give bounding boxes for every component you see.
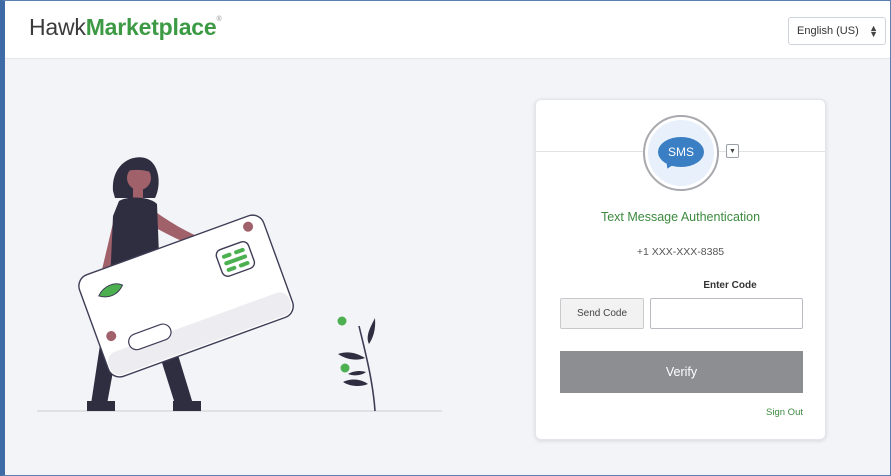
factor-dropdown-button[interactable]: ▼ <box>726 144 739 158</box>
language-select[interactable]: English (US) ▲ ▼ <box>788 17 886 45</box>
code-label: Enter Code <box>703 280 757 291</box>
language-select-value: English (US) <box>797 25 859 37</box>
plant-graphic <box>337 316 376 412</box>
auth-card: SMS ▼ Text Message Authentication +1 XXX… <box>535 99 826 440</box>
phone-number: +1 XXX-XXX-8385 <box>636 246 725 258</box>
sms-icon: SMS <box>658 137 704 167</box>
logo: HawkMarketplace® <box>29 14 222 41</box>
sms-icon-label: SMS <box>667 145 694 159</box>
logo-text-marketplace: Marketplace <box>85 14 217 40</box>
updown-caret-icon: ▲ ▼ <box>869 23 878 39</box>
factor-avatar-inner: SMS <box>648 120 714 186</box>
app-frame: HawkMarketplace® English (US) ▲ ▼ SMS ▼ … <box>0 0 891 476</box>
auth-title: Text Message Authentication <box>600 210 761 224</box>
logo-text-hawk: Hawk <box>29 14 86 40</box>
sign-out-link[interactable]: Sign Out <box>766 407 803 418</box>
logo-trademark: ® <box>216 16 222 23</box>
chevron-down-icon: ▼ <box>729 147 736 155</box>
credit-card-person-illustration <box>37 157 442 412</box>
header: HawkMarketplace® English (US) ▲ ▼ <box>5 1 890 59</box>
verify-button[interactable]: Verify <box>560 351 803 393</box>
send-code-button[interactable]: Send Code <box>560 298 644 329</box>
factor-avatar: SMS <box>643 115 719 191</box>
code-input[interactable] <box>650 298 803 329</box>
